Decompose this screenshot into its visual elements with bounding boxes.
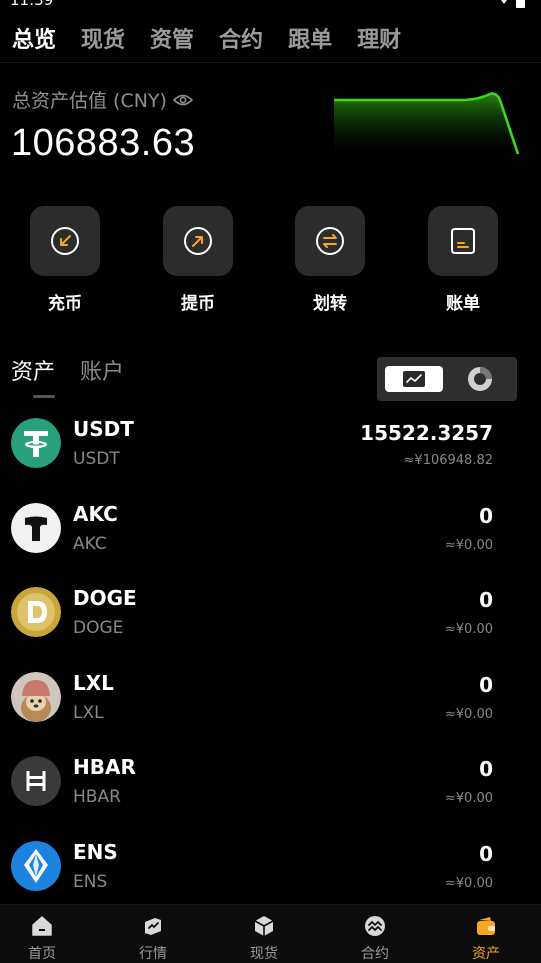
battery-icon bbox=[516, 0, 525, 8]
nav-contract[interactable]: 合约 bbox=[330, 905, 420, 963]
status-bar: 11:39 bbox=[0, 0, 541, 14]
asset-symbol: LXL bbox=[73, 670, 114, 695]
transfer-button-box bbox=[295, 206, 365, 276]
tab-overview[interactable]: 总览 bbox=[12, 26, 56, 56]
tab-assets[interactable]: 资产 bbox=[11, 358, 56, 398]
nav-label: 现货 bbox=[250, 946, 278, 962]
estimated-value-label: 总资产估值 (CNY) bbox=[12, 86, 193, 113]
nav-spot[interactable]: 现货 bbox=[219, 905, 309, 963]
wallet-icon bbox=[473, 913, 499, 939]
asset-cny-value: ≈¥0.00 bbox=[444, 537, 493, 553]
asset-amount: 0 bbox=[479, 757, 493, 781]
total-asset-value: 106883.63 bbox=[11, 122, 196, 164]
asset-cny-value: ≈¥0.00 bbox=[444, 622, 493, 637]
asset-row-usdt[interactable]: USDT USDT 15522.3257 ≈¥106948.82 bbox=[0, 401, 541, 486]
status-icons bbox=[498, 0, 525, 8]
transfer-icon bbox=[316, 227, 344, 255]
bill-icon bbox=[451, 228, 475, 254]
deposit-button-box bbox=[30, 206, 100, 276]
asset-amount: 0 bbox=[479, 841, 493, 866]
transfer-button[interactable]: 划转 bbox=[295, 206, 365, 314]
wifi-icon bbox=[498, 0, 510, 4]
nav-assets[interactable]: 资产 bbox=[441, 905, 531, 963]
spot-icon bbox=[251, 913, 277, 939]
transfer-label: 划转 bbox=[313, 294, 347, 314]
asset-tabs: 资产 账户 bbox=[11, 358, 149, 398]
asset-trend-sparkline bbox=[334, 92, 520, 160]
tab-copy-trading[interactable]: 跟单 bbox=[288, 26, 332, 56]
tab-finance[interactable]: 理财 bbox=[357, 26, 401, 56]
asset-cny-value: ≈¥0.00 bbox=[444, 706, 493, 722]
top-tabs: 总览 现货 资管 合约 跟单 理财 bbox=[12, 26, 426, 56]
quick-actions: 充币 提币 划转 账单 bbox=[0, 206, 541, 316]
asset-list: USDT USDT 15522.3257 ≈¥106948.82 AKC AKC… bbox=[0, 401, 541, 908]
asset-symbol: HBAR bbox=[73, 755, 136, 779]
bill-button[interactable]: 账单 bbox=[428, 206, 498, 314]
home-icon bbox=[29, 913, 55, 939]
pie-chart-view-button[interactable] bbox=[467, 366, 493, 392]
nav-label: 行情 bbox=[139, 946, 167, 962]
contract-icon bbox=[362, 913, 388, 939]
nav-label: 首页 bbox=[28, 946, 56, 962]
asset-row-akc[interactable]: AKC AKC 0 ≈¥0.00 bbox=[0, 486, 541, 571]
asset-row-doge[interactable]: DOGE DOGE 0 ≈¥0.00 bbox=[0, 570, 541, 655]
asset-amount: 0 bbox=[479, 503, 493, 528]
asset-row-hbar[interactable]: HBAR HBAR 0 ≈¥0.00 bbox=[0, 739, 541, 824]
eye-icon[interactable] bbox=[172, 94, 193, 106]
withdraw-button-box bbox=[163, 206, 233, 276]
withdraw-icon bbox=[184, 227, 212, 255]
nav-home[interactable]: 首页 bbox=[0, 905, 87, 963]
nav-label: 资产 bbox=[472, 946, 500, 962]
tab-asset-management[interactable]: 资管 bbox=[150, 26, 194, 56]
nav-market[interactable]: 行情 bbox=[108, 905, 198, 963]
deposit-label: 充币 bbox=[48, 294, 82, 314]
bottom-nav: 首页 行情 现货 合约 资产 bbox=[0, 904, 541, 963]
tab-spot[interactable]: 现货 bbox=[81, 26, 125, 56]
status-time: 11:39 bbox=[10, 0, 54, 9]
estimated-value-text: 总资产估值 (CNY) bbox=[12, 90, 167, 112]
asset-name: AKC bbox=[73, 533, 107, 554]
asset-name: LXL bbox=[73, 702, 104, 723]
asset-amount: 0 bbox=[479, 588, 493, 612]
line-chart-view-button[interactable] bbox=[385, 366, 443, 392]
usdt-icon bbox=[11, 418, 61, 468]
line-chart-icon bbox=[403, 371, 425, 387]
lxl-icon bbox=[11, 671, 61, 722]
asset-amount: 15522.3257 bbox=[360, 421, 493, 445]
deposit-button[interactable]: 充币 bbox=[30, 206, 100, 314]
asset-cny-value: ≈¥106948.82 bbox=[403, 453, 493, 468]
hbar-icon bbox=[11, 756, 61, 806]
asset-amount: 0 bbox=[479, 672, 493, 697]
market-icon bbox=[140, 913, 166, 939]
akc-icon bbox=[11, 502, 61, 553]
asset-name: ENS bbox=[73, 871, 108, 892]
asset-symbol: USDT bbox=[73, 417, 134, 441]
asset-symbol: AKC bbox=[73, 501, 118, 526]
asset-cny-value: ≈¥0.00 bbox=[444, 875, 493, 891]
withdraw-label: 提币 bbox=[181, 294, 215, 314]
ens-icon bbox=[11, 840, 61, 891]
withdraw-button[interactable]: 提币 bbox=[163, 206, 233, 314]
tabs-divider bbox=[0, 62, 541, 63]
bill-button-box bbox=[428, 206, 498, 276]
asset-name: DOGE bbox=[73, 618, 124, 638]
asset-symbol: DOGE bbox=[73, 586, 137, 610]
view-toggle bbox=[377, 357, 517, 401]
asset-name: HBAR bbox=[73, 787, 121, 807]
tab-contract[interactable]: 合约 bbox=[219, 26, 263, 56]
nav-label: 合约 bbox=[361, 946, 389, 962]
donut-chart-icon bbox=[468, 367, 492, 391]
bill-label: 账单 bbox=[446, 294, 480, 314]
asset-name: USDT bbox=[73, 449, 120, 469]
asset-cny-value: ≈¥0.00 bbox=[444, 791, 493, 806]
doge-icon bbox=[11, 587, 61, 637]
asset-row-ens[interactable]: ENS ENS 0 ≈¥0.00 bbox=[0, 824, 541, 909]
asset-row-lxl[interactable]: LXL LXL 0 ≈¥0.00 bbox=[0, 655, 541, 740]
tab-accounts[interactable]: 账户 bbox=[80, 358, 124, 388]
asset-symbol: ENS bbox=[73, 839, 118, 864]
deposit-icon bbox=[51, 227, 79, 255]
